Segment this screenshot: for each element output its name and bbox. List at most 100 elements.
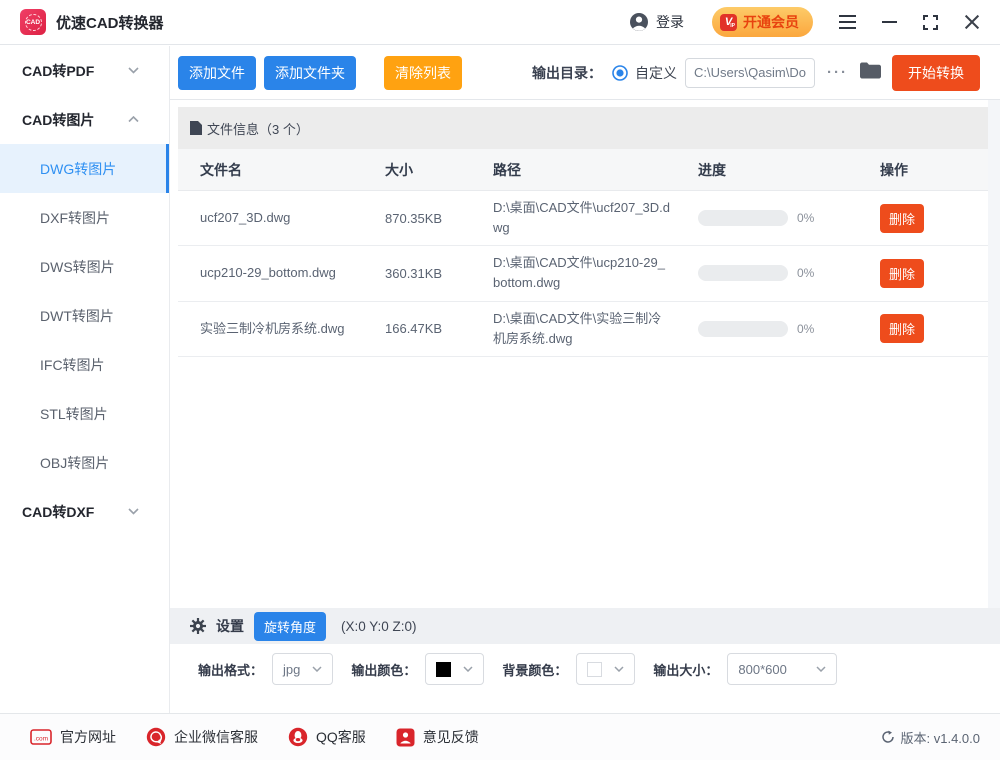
gear-icon	[190, 618, 206, 634]
login-button[interactable]: 登录	[629, 12, 684, 32]
official-website-link[interactable]: .com 官方网址	[30, 727, 116, 747]
refresh-icon[interactable]	[881, 730, 895, 744]
output-options-bar: 输出格式： jpg 输出颜色： 背景颜色：	[170, 644, 1000, 694]
sidebar-item-obj-to-image[interactable]: OBJ转图片	[0, 438, 169, 487]
output-size-value: 800*600	[738, 662, 786, 677]
document-icon	[190, 121, 202, 135]
file-path: D:\桌面\CAD文件\实验三制冷机房系统.dwg	[493, 309, 698, 349]
file-name: ucp210-29_bottom.dwg	[200, 263, 385, 283]
clear-list-button[interactable]: 清除列表	[384, 56, 462, 90]
black-color-swatch	[436, 662, 451, 677]
output-path-input[interactable]	[685, 58, 815, 88]
add-file-button[interactable]: 添加文件	[178, 56, 256, 90]
version-info: 版本: v1.4.0.0	[881, 728, 980, 747]
sidebar-item-dwt-to-image[interactable]: DWT转图片	[0, 291, 169, 340]
feedback-icon	[396, 728, 415, 747]
browse-more-button[interactable]: ···	[827, 64, 848, 81]
table-row: ucp210-29_bottom.dwg 360.31KB D:\桌面\CAD文…	[178, 246, 988, 301]
file-name: 实验三制冷机房系统.dwg	[200, 319, 385, 339]
footer: .com 官方网址 企业微信客服 QQ客服 意见反馈	[0, 713, 1000, 760]
sidebar-item-dxf-to-image[interactable]: DXF转图片	[0, 193, 169, 242]
add-folder-button[interactable]: 添加文件夹	[264, 56, 356, 90]
start-convert-button[interactable]: 开始转换	[892, 55, 980, 91]
chevron-down-icon	[463, 666, 473, 672]
settings-bar: 设置 旋转角度 (X:0 Y:0 Z:0)	[170, 608, 1000, 644]
qq-icon	[288, 727, 308, 747]
chevron-down-icon	[816, 666, 826, 672]
chevron-up-icon	[128, 116, 139, 123]
table-row: 实验三制冷机房系统.dwg 166.47KB D:\桌面\CAD文件\实验三制冷…	[178, 302, 988, 357]
output-size-select[interactable]: 800*600	[727, 653, 837, 685]
file-path: D:\桌面\CAD文件\ucp210-29_bottom.dwg	[493, 253, 698, 293]
sidebar-item-ifc-to-image[interactable]: IFC转图片	[0, 340, 169, 389]
rotate-angle-button[interactable]: 旋转角度	[254, 612, 326, 641]
user-avatar-icon	[629, 12, 649, 32]
website-com-icon: .com	[30, 729, 52, 745]
output-dir-label: 输出目录：	[532, 63, 602, 83]
feedback-link[interactable]: 意见反馈	[396, 727, 479, 747]
table-row: ucf207_3D.dwg 870.35KB D:\桌面\CAD文件\ucf20…	[178, 191, 988, 246]
file-name: ucf207_3D.dwg	[200, 208, 385, 228]
minimize-icon[interactable]	[882, 21, 897, 23]
sidebar-item-dwg-to-image[interactable]: DWG转图片	[0, 144, 169, 193]
output-color-select[interactable]	[425, 653, 484, 685]
file-list-area: 文件信息（3 个） 文件名 大小 路径 进度 操作 ucf207_3D.dwg …	[170, 100, 1000, 608]
app-title: 优速CAD转换器	[56, 12, 164, 33]
file-info-header: 文件信息（3 个）	[178, 107, 988, 149]
file-size: 166.47KB	[385, 321, 493, 336]
chevron-down-icon	[614, 666, 624, 672]
delete-button[interactable]: 删除	[880, 314, 924, 343]
settings-label: 设置	[216, 616, 244, 636]
output-format-select[interactable]: jpg	[272, 653, 333, 685]
output-format-value: jpg	[283, 662, 300, 677]
file-size: 360.31KB	[385, 266, 493, 281]
chevron-down-icon	[128, 67, 139, 74]
background-color-select[interactable]	[576, 653, 635, 685]
sidebar-group-cad-to-pdf[interactable]: CAD转PDF	[0, 46, 169, 95]
vip-icon: VIP	[720, 14, 737, 31]
col-progress: 进度	[698, 160, 880, 180]
open-folder-icon[interactable]	[860, 62, 881, 84]
file-size: 870.35KB	[385, 211, 493, 226]
rotation-readout: (X:0 Y:0 Z:0)	[341, 619, 417, 634]
app-logo-icon: CAD	[20, 9, 46, 35]
progress-bar	[698, 210, 788, 226]
col-path: 路径	[493, 160, 698, 180]
wechat-service-link[interactable]: 企业微信客服	[146, 727, 258, 747]
version-label: 版本: v1.4.0.0	[901, 728, 980, 747]
scrollbar-gutter[interactable]	[988, 100, 1000, 608]
output-color-label: 输出颜色：	[351, 660, 416, 679]
file-path: D:\桌面\CAD文件\ucf207_3D.dwg	[493, 198, 698, 238]
toolbar: 添加文件 添加文件夹 清除列表 输出目录： 自定义 ··· 开始转换	[170, 46, 1000, 100]
radio-selected-icon	[612, 65, 628, 81]
progress-label: 0%	[797, 322, 814, 336]
chevron-down-icon	[128, 508, 139, 515]
white-color-swatch	[587, 662, 602, 677]
progress-bar	[698, 321, 788, 337]
sidebar-group-cad-to-dxf[interactable]: CAD转DXF	[0, 487, 169, 536]
table-header-row: 文件名 大小 路径 进度 操作	[178, 149, 988, 191]
close-icon[interactable]	[964, 14, 980, 30]
delete-button[interactable]: 删除	[880, 259, 924, 288]
custom-dir-radio[interactable]: 自定义	[612, 63, 677, 83]
progress-bar	[698, 265, 788, 281]
sidebar-item-dws-to-image[interactable]: DWS转图片	[0, 242, 169, 291]
file-info-title: 文件信息（3 个）	[207, 119, 309, 138]
sidebar: CAD转PDF CAD转图片 DWG转图片 DXF转图片 DWS转图片 DWT转…	[0, 46, 170, 713]
progress-label: 0%	[797, 266, 814, 280]
svg-text:.com: .com	[34, 736, 48, 743]
qq-service-link[interactable]: QQ客服	[288, 727, 366, 747]
col-action: 操作	[880, 160, 988, 180]
sidebar-item-stl-to-image[interactable]: STL转图片	[0, 389, 169, 438]
col-filename: 文件名	[200, 160, 385, 180]
login-label: 登录	[656, 12, 684, 32]
output-size-label: 输出大小：	[653, 660, 718, 679]
sidebar-group-cad-to-image[interactable]: CAD转图片	[0, 95, 169, 144]
open-vip-button[interactable]: VIP 开通会员	[712, 7, 813, 37]
wechat-service-icon	[146, 727, 166, 747]
maximize-icon[interactable]	[923, 15, 938, 30]
output-format-label: 输出格式：	[198, 660, 263, 679]
menu-icon[interactable]	[839, 15, 856, 29]
vip-label: 开通会员	[743, 12, 799, 32]
delete-button[interactable]: 删除	[880, 204, 924, 233]
